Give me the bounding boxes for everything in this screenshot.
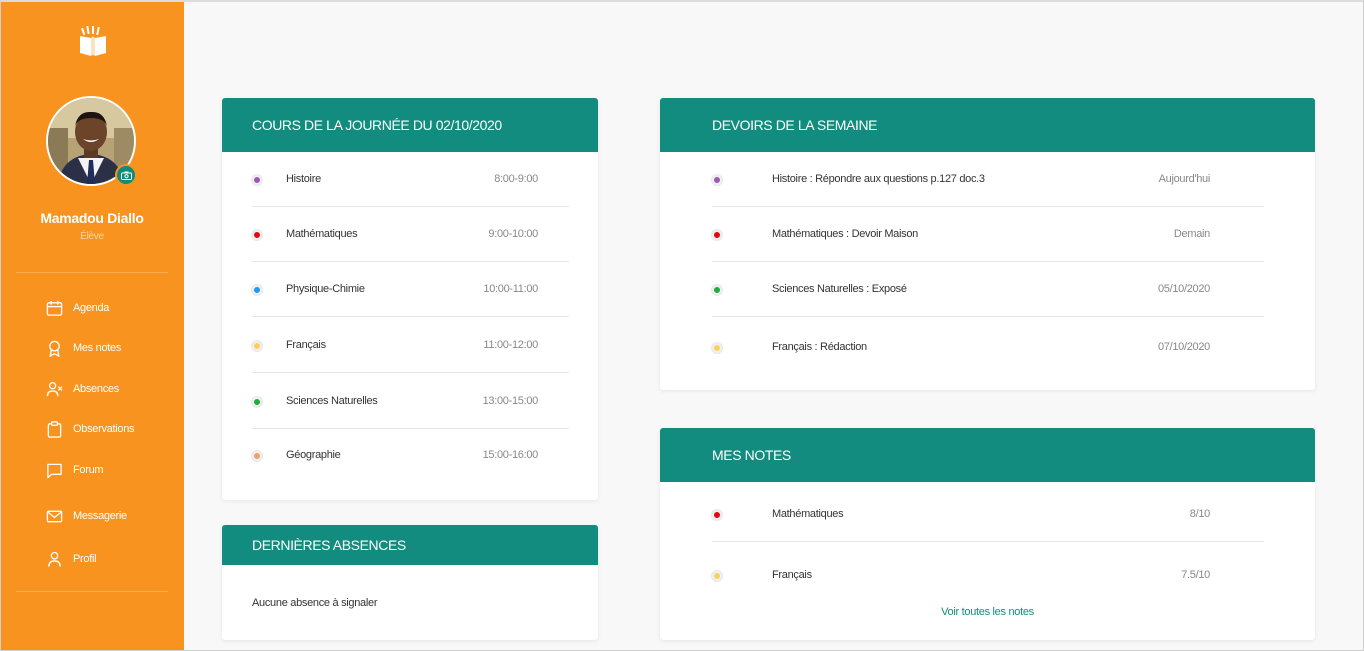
color-dot-icon [712, 230, 722, 240]
color-dot-icon [712, 571, 722, 581]
nav-item-observations[interactable]: Observations [46, 418, 135, 440]
user-name: Mamadou Diallo [40, 210, 144, 226]
course-time: 8:00-9:00 [494, 173, 538, 185]
book-logo-icon[interactable] [76, 26, 110, 58]
course-subject: Mathématiques [286, 228, 358, 240]
homework-card-title: DEVOIRS DE LA SEMAINE [660, 98, 1315, 152]
grade-value: 7.5/10 [1181, 569, 1210, 581]
homework-due: 07/10/2020 [1157, 341, 1210, 353]
homework-row[interactable]: Français : Rédaction 07/10/2020 [660, 338, 1315, 358]
nav-item-profil[interactable]: Profil [46, 548, 97, 570]
homework-task: Sciences Naturelles : Exposé [772, 283, 907, 295]
grade-row[interactable]: Mathématiques 8/10 [660, 505, 1315, 525]
calendar-icon [46, 300, 63, 316]
homework-row[interactable]: Mathématiques : Devoir Maison Demain [660, 225, 1315, 245]
mail-icon [46, 510, 63, 522]
color-dot-icon [712, 175, 722, 185]
clipboard-icon [47, 420, 62, 438]
color-dot-icon [252, 397, 262, 407]
grade-subject: Mathématiques [772, 508, 844, 520]
color-dot-icon [252, 285, 262, 295]
row-separator [712, 541, 1264, 542]
grade-subject: Français [772, 569, 812, 581]
absences-card: DERNIÈRES ABSENCES Aucune absence à sign… [222, 525, 598, 640]
user-role: Élève [80, 231, 104, 242]
homework-row[interactable]: Histoire : Répondre aux questions p.127 … [660, 170, 1315, 190]
courses-card-title: COURS DE LA JOURNÉE DU 02/10/2020 [222, 98, 598, 152]
row-separator [252, 206, 569, 207]
homework-card: DEVOIRS DE LA SEMAINE Histoire : Répondr… [660, 98, 1315, 390]
nav-label: Messagerie [73, 510, 127, 522]
homework-due: 05/10/2020 [1157, 283, 1210, 295]
course-row[interactable]: Géographie 15:00-16:00 [222, 446, 598, 466]
row-separator [252, 261, 569, 262]
course-subject: Sciences Naturelles [286, 395, 378, 407]
course-time: 13:00-15:00 [482, 395, 539, 407]
nav-item-forum[interactable]: Forum [46, 459, 104, 481]
color-dot-icon [252, 451, 262, 461]
homework-task: Français : Rédaction [772, 341, 867, 353]
color-dot-icon [252, 341, 262, 351]
row-separator [712, 316, 1264, 317]
homework-task: Histoire : Répondre aux questions p.127 … [772, 173, 985, 185]
course-subject: Géographie [286, 449, 341, 461]
nav-item-absences[interactable]: Absences [46, 378, 119, 400]
course-time: 10:00-11:00 [483, 283, 538, 295]
course-subject: Histoire [286, 173, 321, 185]
nav-label: Profil [73, 553, 97, 565]
user-x-icon [46, 381, 63, 396]
course-row[interactable]: Physique-Chimie 10:00-11:00 [222, 280, 598, 300]
nav-item-messagerie[interactable]: Messagerie [46, 505, 127, 527]
homework-row[interactable]: Sciences Naturelles : Exposé 05/10/2020 [660, 280, 1315, 300]
user-icon [48, 551, 61, 567]
color-dot-icon [712, 285, 722, 295]
see-all-grades-link[interactable]: Voir toutes les notes [660, 606, 1315, 618]
grades-card-title: MES NOTES [660, 428, 1315, 482]
sidebar-divider [16, 272, 168, 273]
homework-due: Demain [1173, 228, 1210, 240]
course-row[interactable]: Sciences Naturelles 13:00-15:00 [222, 392, 598, 412]
courses-card: COURS DE LA JOURNÉE DU 02/10/2020 Histoi… [222, 98, 598, 500]
color-dot-icon [712, 343, 722, 353]
grades-card: MES NOTES Mathématiques 8/10 Français 7.5/1… [660, 428, 1315, 640]
avatar[interactable] [46, 96, 137, 186]
course-time: 11:00-12:00 [483, 339, 538, 351]
row-separator [252, 372, 569, 373]
row-separator [252, 316, 569, 317]
course-row[interactable]: Histoire 8:00-9:00 [222, 170, 598, 190]
course-row[interactable]: Français 11:00-12:00 [222, 336, 598, 356]
nav-label: Observations [73, 423, 135, 435]
row-separator [712, 261, 1264, 262]
course-subject: Français [286, 339, 326, 351]
nav-item-agenda[interactable]: Agenda [46, 297, 109, 319]
color-dot-icon [712, 510, 722, 520]
absences-card-title: DERNIÈRES ABSENCES [222, 525, 598, 565]
course-subject: Physique-Chimie [286, 283, 365, 295]
course-row[interactable]: Mathématiques 9:00-10:00 [222, 225, 598, 245]
chat-icon [47, 463, 62, 478]
sidebar: Mamadou Diallo Élève Agenda Mes notes Ab… [0, 0, 184, 651]
nav-item-mes-notes[interactable]: Mes notes [46, 337, 121, 359]
grade-value: 8/10 [1189, 508, 1211, 520]
course-time: 9:00-10:00 [488, 228, 538, 240]
row-separator [712, 206, 1264, 207]
homework-due: Aujourd'hui [1158, 173, 1211, 185]
camera-icon[interactable] [115, 164, 137, 186]
color-dot-icon [252, 230, 262, 240]
absences-message: Aucune absence à signaler [252, 597, 378, 609]
nav-label: Agenda [73, 302, 110, 314]
award-icon [49, 340, 60, 357]
nav-label: Absences [73, 383, 119, 395]
homework-task: Mathématiques : Devoir Maison [772, 228, 918, 240]
course-time: 15:00-16:00 [482, 449, 539, 461]
sidebar-divider [16, 591, 168, 592]
nav-label: Forum [73, 464, 104, 476]
color-dot-icon [252, 175, 262, 185]
grade-row[interactable]: Français 7.5/10 [660, 566, 1315, 586]
nav-label: Mes notes [73, 342, 122, 354]
row-separator [252, 428, 569, 429]
